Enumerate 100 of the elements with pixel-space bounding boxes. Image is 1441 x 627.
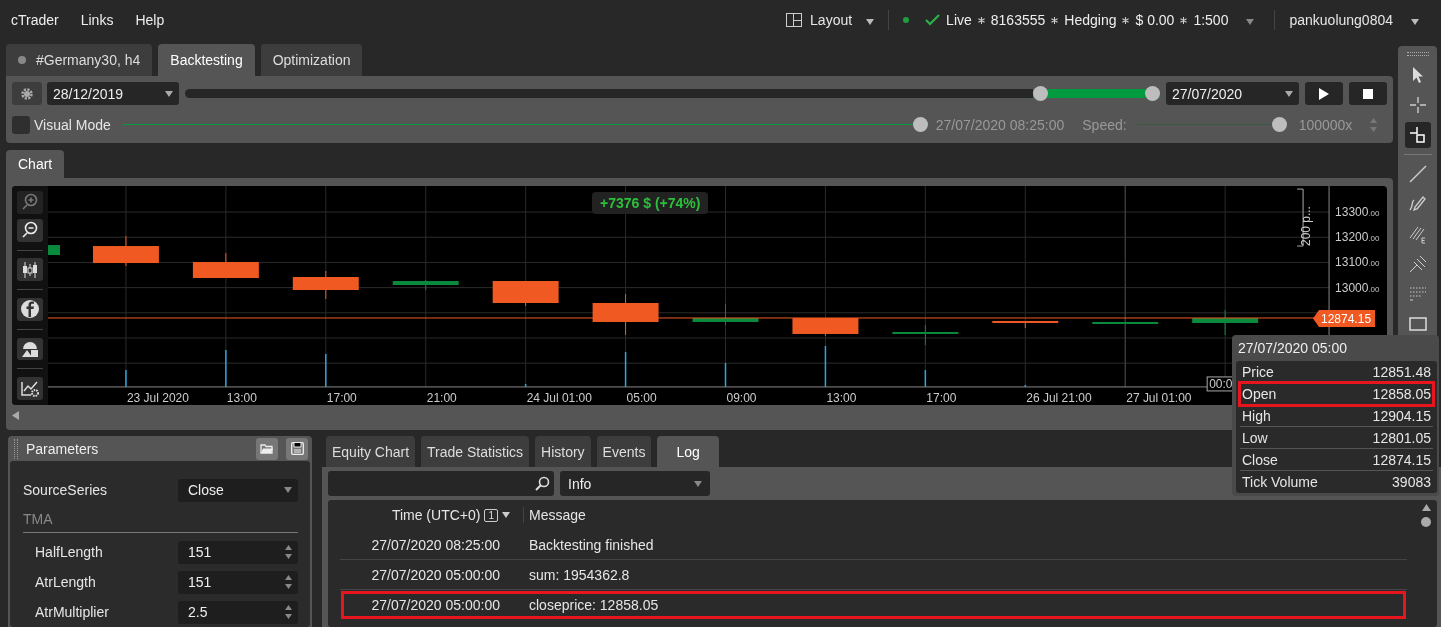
- tooltip-label: Open: [1242, 385, 1277, 402]
- tooltip-label: Tick Volume: [1242, 474, 1318, 490]
- user-menu[interactable]: pankuolung0804: [1289, 12, 1419, 28]
- time-axis-label: 17:00: [326, 390, 357, 405]
- time-axis-label: 27 Jul 01:00: [1126, 390, 1192, 405]
- tab[interactable]: Optimization: [260, 44, 363, 76]
- sort-badge: 1: [484, 508, 498, 522]
- parameter-dropdown[interactable]: Close: [178, 478, 298, 502]
- spinner-icon: [285, 574, 292, 590]
- tab[interactable]: Events: [596, 436, 652, 467]
- speed-label: Speed:: [1082, 116, 1127, 133]
- parameter-label: AtrLength: [35, 574, 97, 590]
- time-axis-label: 13:00: [826, 390, 857, 405]
- candlestick-icon[interactable]: [17, 258, 43, 282]
- parameter-input[interactable]: 151: [178, 540, 298, 564]
- time-axis-label: 17:00: [926, 390, 957, 405]
- section-heading: TMA: [23, 505, 298, 533]
- parameter-input[interactable]: 151: [178, 570, 298, 594]
- visual-mode-label: Visual Mode: [34, 116, 111, 133]
- settings-icon: [19, 85, 35, 102]
- time-axis-label: 24 Jul 01:00: [526, 390, 592, 405]
- price-axis-label: 13300.00: [1335, 205, 1380, 220]
- tab[interactable]: History: [535, 436, 591, 467]
- speed-slider[interactable]: [1136, 117, 1287, 132]
- star-icon: [1180, 16, 1188, 24]
- check-icon: [925, 14, 941, 26]
- zoom-out-button[interactable]: [17, 218, 43, 242]
- chart-settings-icon[interactable]: [17, 377, 43, 400]
- tooltip-label: Low: [1242, 429, 1268, 446]
- folder-icon[interactable]: [256, 437, 278, 460]
- spinner-icon: [285, 544, 292, 560]
- price-axis-label: 13200.00: [1335, 230, 1380, 245]
- scroll-up-icon[interactable]: [1421, 504, 1431, 511]
- tab[interactable]: Equity Chart: [326, 436, 416, 467]
- panel-title: Parameters: [26, 440, 100, 457]
- caret-icon: [1411, 19, 1419, 25]
- tooltip-label: High: [1242, 407, 1271, 424]
- tab[interactable]: Backtesting: [158, 44, 255, 76]
- tooltip-value: 12801.05: [1372, 429, 1431, 446]
- tooltip-label: Price: [1242, 363, 1274, 380]
- play-button[interactable]: [1305, 82, 1343, 105]
- menu-item[interactable]: Help: [135, 12, 165, 28]
- slider-handle[interactable]: [1032, 86, 1048, 101]
- speed-value: 100000x: [1298, 116, 1353, 133]
- search-icon: [535, 476, 550, 491]
- log-level-dropdown[interactable]: Info: [560, 471, 710, 496]
- table-cell-text: closeprice: 12858.05: [528, 596, 659, 613]
- caret-icon: [1285, 90, 1293, 97]
- tab[interactable]: #Germany30, h4: [6, 44, 153, 76]
- tooltip-title: 27/07/2020 05:00: [1237, 339, 1348, 358]
- current-price-label: 12874.15: [1313, 310, 1376, 327]
- stop-button[interactable]: [1349, 82, 1387, 105]
- period-slider[interactable]: [185, 89, 1160, 98]
- snap-tool-icon[interactable]: [1404, 122, 1431, 148]
- column-header[interactable]: Message: [524, 507, 586, 523]
- time-axis-label: 21:00: [426, 390, 457, 405]
- parameter-label: SourceSeries: [23, 482, 109, 498]
- tooltip-value: 39083: [1392, 474, 1431, 490]
- account-info: 1:500: [1193, 12, 1229, 28]
- parameter-input[interactable]: 2.5: [178, 600, 298, 624]
- layout-icon: [786, 13, 803, 27]
- settings-button[interactable]: [12, 82, 42, 105]
- shapes-icon[interactable]: [17, 337, 43, 361]
- menu-item[interactable]: Links: [80, 12, 114, 28]
- end-date-dropdown[interactable]: 27/07/2020: [1166, 82, 1299, 105]
- tooltip-label: Close: [1242, 451, 1278, 468]
- tooltip-value: 12904.15: [1372, 407, 1431, 424]
- time-axis-label: 26 Jul 21:00: [1026, 390, 1092, 405]
- account-info: Live: [946, 12, 972, 28]
- play-icon: [1319, 87, 1329, 100]
- spinner-icon: [285, 604, 292, 620]
- caret-icon: [866, 19, 875, 25]
- zoom-in-button[interactable]: [17, 191, 43, 214]
- tab[interactable]: Chart: [6, 150, 65, 178]
- search-field[interactable]: [328, 471, 554, 496]
- time-axis-label: 09:00: [726, 390, 757, 405]
- ruler-label: 200 p...: [1296, 188, 1314, 247]
- slider-handle[interactable]: [1145, 86, 1160, 101]
- layout-button[interactable]: Layout: [786, 12, 853, 28]
- tab[interactable]: Log: [657, 436, 719, 467]
- table-cell-text: 27/07/2020 08:25:00: [370, 536, 501, 553]
- visual-mode-checkbox[interactable]: [12, 115, 30, 134]
- scrollbar-thumb[interactable]: [1421, 517, 1431, 527]
- stop-icon: [1363, 88, 1373, 99]
- table-cell-text: sum: 1954362.8: [528, 566, 630, 583]
- caret-icon: [502, 512, 510, 518]
- tooltip-value: 12874.15: [1372, 451, 1431, 468]
- star-icon: [1122, 16, 1130, 24]
- scroll-left-icon[interactable]: [12, 410, 19, 420]
- caret-icon: [1246, 19, 1255, 25]
- time-axis-label: 23 Jul 2020: [126, 390, 189, 405]
- tab[interactable]: Trade Statistics: [421, 436, 529, 467]
- save-icon[interactable]: [286, 437, 308, 460]
- status-dot: [18, 56, 26, 64]
- menu-item[interactable]: cTrader: [11, 12, 59, 28]
- start-date-dropdown[interactable]: 28/12/2019: [47, 82, 179, 105]
- table-cell-text: 27/07/2020 05:00:00: [370, 566, 501, 583]
- account-info: $ 0.00: [1135, 12, 1175, 28]
- tooltip-value: 12858.05: [1372, 385, 1431, 402]
- column-header[interactable]: Time (UTC+0): [391, 507, 481, 523]
